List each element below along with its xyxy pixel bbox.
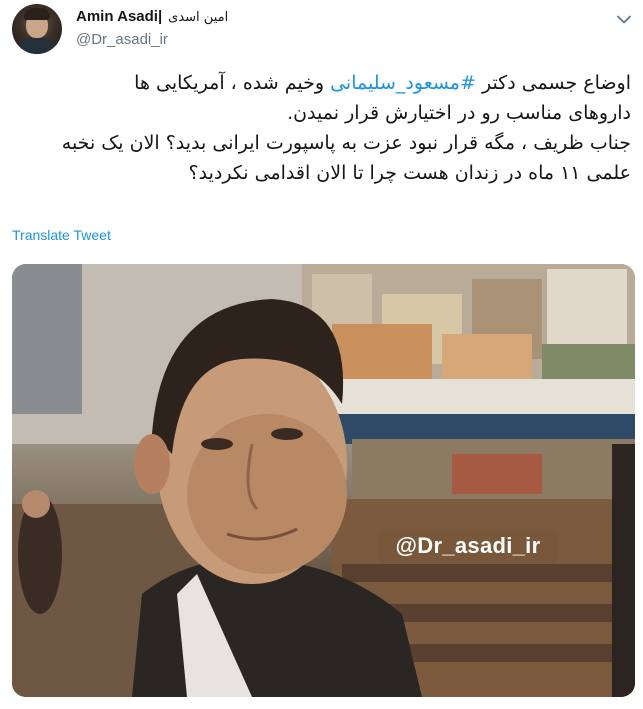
avatar-hair-shape <box>24 8 50 20</box>
tweet-line-1-end: وخیم شده ، آمریکایی ها <box>134 72 331 94</box>
tweet-line-3: جناب ظریف ، مگه قرار نبود عزت به پاسپورت… <box>61 132 631 154</box>
user-handle[interactable]: @Dr_asadi_ir <box>76 31 556 48</box>
tweet-text: اوضاع جسمی دکتر #مسعود_سلیمانی وخیم شده … <box>11 68 631 188</box>
tweet-photo[interactable]: @Dr_asadi_ir <box>12 264 635 697</box>
avatar[interactable] <box>12 4 62 54</box>
hashtag-link[interactable]: #مسعود_سلیمانی <box>330 72 476 94</box>
display-name[interactable]: Amin Asadi| <box>76 8 162 25</box>
tweet-line-1: اوضاع جسمی دکتر #مسعود_سلیمانی وخیم شده … <box>11 68 631 98</box>
tweet-line-2: داروهای مناسب رو در اختیارش قرار نمیدن. <box>287 102 631 124</box>
tweet-line-4: علمی ۱۱ ماه در زندان هست چرا تا الان اقد… <box>188 162 631 184</box>
avatar-body-shape <box>16 38 58 54</box>
translate-tweet-link[interactable]: Translate Tweet <box>12 227 111 243</box>
tweet-header: Amin Asadi| امین اسدی @Dr_asadi_ir <box>76 8 556 48</box>
chevron-down-icon[interactable] <box>615 10 633 28</box>
name-row: Amin Asadi| امین اسدی <box>76 8 556 28</box>
photo-watermark: @Dr_asadi_ir <box>378 529 558 563</box>
photo-illustration <box>12 264 635 697</box>
tweet-card: Amin Asadi| امین اسدی @Dr_asadi_ir اوضاع… <box>0 0 643 709</box>
tweet-line-1-start: اوضاع جسمی دکتر <box>475 72 631 94</box>
display-name-persian[interactable]: امین اسدی <box>168 10 228 25</box>
